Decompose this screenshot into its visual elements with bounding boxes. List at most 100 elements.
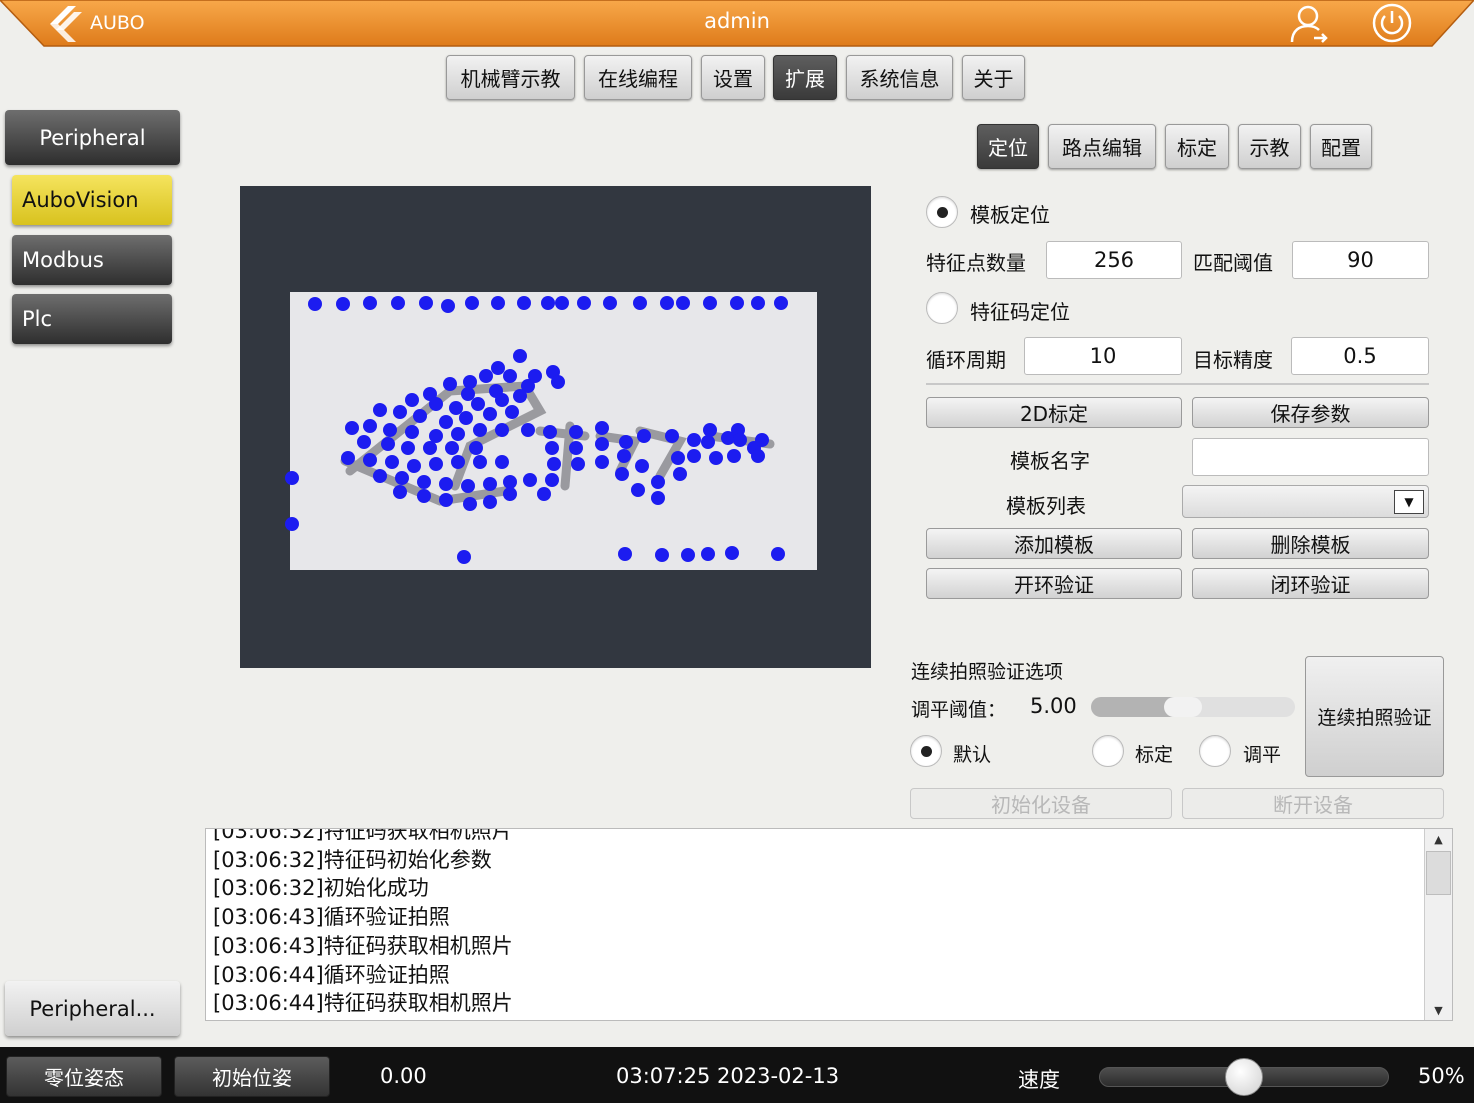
feature-point	[473, 455, 487, 469]
tab-settings[interactable]: 设置	[701, 55, 765, 100]
log-line: [03:06:43]特征码获取相机照片	[213, 933, 513, 958]
threshold-slider[interactable]	[1091, 697, 1295, 717]
subtab-calibrate[interactable]: 标定	[1165, 124, 1229, 169]
feature-point	[521, 423, 535, 437]
status-value: 0.00	[380, 1064, 427, 1088]
subtab-teach[interactable]: 示教	[1238, 124, 1301, 169]
match-threshold-label: 匹配阈值	[1193, 251, 1273, 275]
sidebar-header[interactable]: Peripheral	[5, 110, 180, 165]
feature-point	[465, 296, 479, 310]
feature-point	[595, 437, 609, 451]
feature-point	[357, 435, 371, 449]
sidebar-footer-peripheral[interactable]: Peripheral...	[5, 981, 180, 1036]
template-name-input[interactable]	[1192, 438, 1429, 476]
user-switch-icon[interactable]	[1288, 2, 1330, 44]
calib-2d-button[interactable]: 2D标定	[926, 397, 1182, 428]
feature-point	[381, 437, 395, 451]
cycle-period-input[interactable]: 10	[1024, 337, 1182, 375]
feature-point	[703, 296, 717, 310]
speed-slider-handle[interactable]	[1225, 1058, 1263, 1096]
feature-point	[595, 421, 609, 435]
feature-point	[401, 441, 415, 455]
feature-point	[439, 477, 453, 491]
feature-point	[537, 487, 551, 501]
threshold-slider-handle[interactable]	[1164, 697, 1202, 717]
feature-code-locate-radio[interactable]	[926, 292, 958, 324]
power-icon[interactable]	[1371, 2, 1413, 44]
open-loop-verify-button[interactable]: 开环验证	[926, 568, 1182, 599]
feature-point	[513, 389, 527, 403]
template-locate-radio[interactable]	[926, 196, 958, 228]
feature-point	[687, 433, 701, 447]
tab-system-info[interactable]: 系统信息	[846, 55, 953, 100]
add-template-button[interactable]: 添加模板	[926, 528, 1182, 559]
init-pose-button[interactable]: 初始位姿	[174, 1056, 330, 1097]
log-line: [03:06:32]初始化成功	[213, 876, 429, 901]
disconnect-device-button[interactable]: 断开设备	[1182, 788, 1444, 819]
option-default-radio[interactable]	[910, 735, 942, 767]
closed-loop-verify-button[interactable]: 闭环验证	[1192, 568, 1429, 599]
feature-point	[541, 296, 555, 310]
template-list-label: 模板列表	[1006, 494, 1086, 518]
feature-point	[405, 393, 419, 407]
feature-point	[727, 449, 741, 463]
delete-template-button[interactable]: 删除模板	[1192, 528, 1429, 559]
feature-point	[503, 487, 517, 501]
template-list-select[interactable]: ▼	[1182, 485, 1429, 518]
feature-point	[543, 425, 557, 439]
match-threshold-input[interactable]: 90	[1292, 241, 1429, 279]
tab-extension[interactable]: 扩展	[773, 55, 837, 100]
current-user: admin	[704, 9, 770, 33]
feature-point	[615, 467, 629, 481]
feature-point	[413, 409, 427, 423]
log-scrollbar[interactable]: ▲ ▼	[1424, 829, 1452, 1020]
init-device-button[interactable]: 初始化设备	[910, 788, 1172, 819]
feature-point	[491, 361, 505, 375]
tab-about[interactable]: 关于	[962, 55, 1025, 100]
threshold-label: 调平阈值：	[911, 699, 1007, 721]
feature-point	[471, 397, 485, 411]
tab-online-programming[interactable]: 在线编程	[584, 55, 692, 100]
feature-count-label: 特征点数量	[926, 251, 1026, 275]
feature-point	[495, 455, 509, 469]
feature-point	[461, 387, 475, 401]
feature-point	[445, 441, 459, 455]
feature-point	[618, 547, 632, 561]
target-precision-label: 目标精度	[1193, 348, 1273, 372]
continuous-photo-verify-button[interactable]: 连续拍照验证	[1305, 656, 1444, 777]
log-line: [03:06:44]循环验证拍照	[213, 962, 450, 987]
option-level-radio[interactable]	[1199, 735, 1231, 767]
bottom-bar: 零位姿态 初始位姿 0.00 2023-02-13 03:07:25 速度 50…	[0, 1047, 1474, 1103]
feature-point	[479, 369, 493, 383]
scroll-up-icon[interactable]: ▲	[1425, 829, 1452, 849]
feature-point	[417, 475, 431, 489]
zero-pose-button[interactable]: 零位姿态	[6, 1056, 162, 1097]
chevron-down-icon[interactable]: ▼	[1394, 490, 1424, 514]
log-panel: [03:06:32]特征码获取相机照片 [03:06:32]特征码初始化参数 […	[205, 828, 1453, 1021]
feature-point	[703, 423, 717, 437]
sidebar-item-aubovision[interactable]: AuboVision	[12, 175, 172, 225]
target-precision-input[interactable]: 0.5	[1291, 337, 1429, 375]
feature-point	[551, 375, 565, 389]
log-scrollbar-thumb[interactable]	[1426, 851, 1451, 895]
feature-point	[671, 451, 685, 465]
log-line: [03:06:43]循环验证拍照	[213, 905, 450, 930]
sidebar-item-plc[interactable]: Plc	[12, 294, 172, 344]
speed-percent: 50%	[1418, 1064, 1465, 1088]
save-params-button[interactable]: 保存参数	[1192, 397, 1429, 428]
feature-point	[393, 485, 407, 499]
feature-point	[569, 441, 583, 455]
option-calibrate-radio[interactable]	[1092, 735, 1124, 767]
feature-point	[439, 493, 453, 507]
feature-point	[495, 393, 509, 407]
feature-count-input[interactable]: 256	[1046, 241, 1182, 279]
tab-arm-teach[interactable]: 机械臂示教	[446, 55, 575, 100]
sidebar-item-modbus[interactable]: Modbus	[12, 235, 172, 285]
subtab-config[interactable]: 配置	[1310, 124, 1372, 169]
subtab-locate[interactable]: 定位	[977, 124, 1039, 169]
feature-point	[730, 296, 744, 310]
feature-point	[461, 479, 475, 493]
feature-point	[457, 550, 471, 564]
subtab-waypoint-edit[interactable]: 路点编辑	[1048, 124, 1156, 169]
scroll-down-icon[interactable]: ▼	[1425, 1000, 1452, 1020]
